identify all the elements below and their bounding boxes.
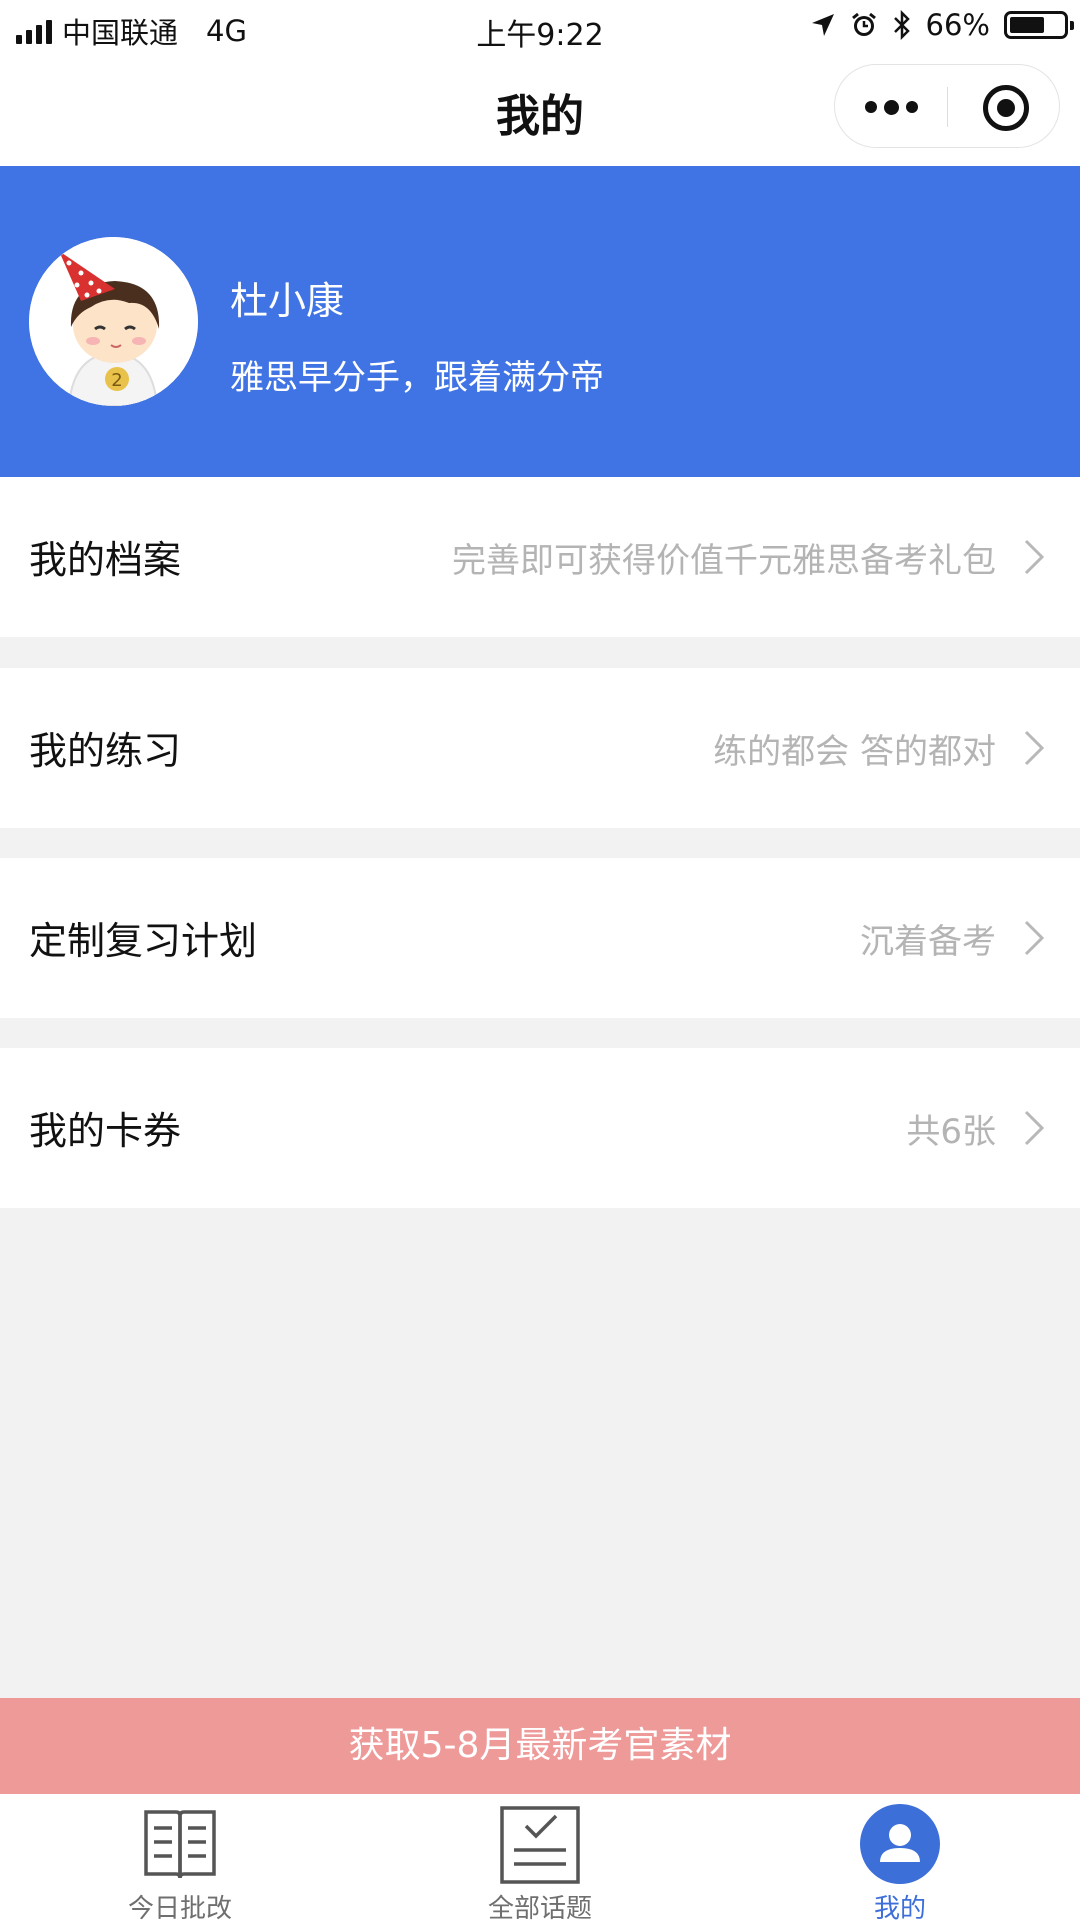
more-icon[interactable]	[835, 65, 947, 149]
book-icon	[140, 1804, 220, 1884]
menu-item-label: 我的档案	[29, 538, 182, 582]
menu-item-review-plan[interactable]: 定制复习计划 沉着备考	[0, 858, 1080, 1018]
tab-today-correction[interactable]: 今日批改	[0, 1794, 360, 1920]
menu-item-coupons[interactable]: 我的卡券 共6张	[0, 1048, 1080, 1208]
tab-label: 今日批改	[127, 1894, 232, 1920]
menu-item-hint: 沉着备考	[860, 922, 996, 962]
chevron-right-icon	[1022, 1108, 1048, 1148]
user-icon	[860, 1804, 940, 1884]
location-icon	[811, 14, 834, 36]
tab-label: 全部话题	[487, 1894, 592, 1920]
battery-percent: 66%	[925, 8, 990, 42]
avatar-image: 2	[29, 237, 198, 406]
menu-item-hint: 完善即可获得价值千元雅思备考礼包	[452, 541, 996, 581]
menu-item-hint: 练的都会 答的都对	[713, 732, 996, 772]
menu-item-label: 我的卡券	[29, 1109, 182, 1153]
svg-text:2: 2	[111, 370, 122, 391]
promo-banner[interactable]: 获取5-8月最新考官素材	[0, 1698, 1080, 1794]
tab-mine[interactable]: 我的	[720, 1794, 1080, 1920]
status-bar: 中国联通 4G 上午9:22 66%	[0, 0, 1080, 54]
menu-item-hint: 共6张	[906, 1112, 996, 1152]
battery-icon	[1004, 11, 1074, 39]
checklist-icon	[500, 1804, 580, 1884]
chevron-right-icon	[1022, 537, 1048, 577]
tab-all-topics[interactable]: 全部话题	[360, 1794, 720, 1920]
close-target-icon[interactable]	[983, 85, 1029, 131]
user-slogan: 雅思早分手，跟着满分帝	[230, 358, 604, 398]
user-name: 杜小康	[230, 279, 345, 323]
capsule-divider	[947, 87, 948, 127]
bluetooth-icon	[893, 10, 910, 40]
miniprogram-capsule	[834, 64, 1060, 148]
menu-item-practice[interactable]: 我的练习 练的都会 答的都对	[0, 668, 1080, 828]
alarm-icon	[851, 12, 876, 36]
battery-fill	[1010, 17, 1044, 33]
menu-item-label: 我的练习	[29, 729, 182, 773]
status-right: 66%	[810, 8, 1074, 42]
nav-bar: 我的	[0, 54, 1080, 166]
tab-label: 我的	[873, 1894, 926, 1920]
avatar[interactable]: 2	[29, 237, 198, 406]
chevron-right-icon	[1022, 728, 1048, 768]
menu-item-label: 定制复习计划	[29, 919, 258, 963]
tab-bar: 今日批改 全部话题 我的	[0, 1794, 1080, 1920]
menu-item-profile-archive[interactable]: 我的档案 完善即可获得价值千元雅思备考礼包	[0, 477, 1080, 637]
profile-header[interactable]: 2 杜小康 雅思早分手，跟着满分帝	[0, 166, 1080, 477]
chevron-right-icon	[1022, 918, 1048, 958]
